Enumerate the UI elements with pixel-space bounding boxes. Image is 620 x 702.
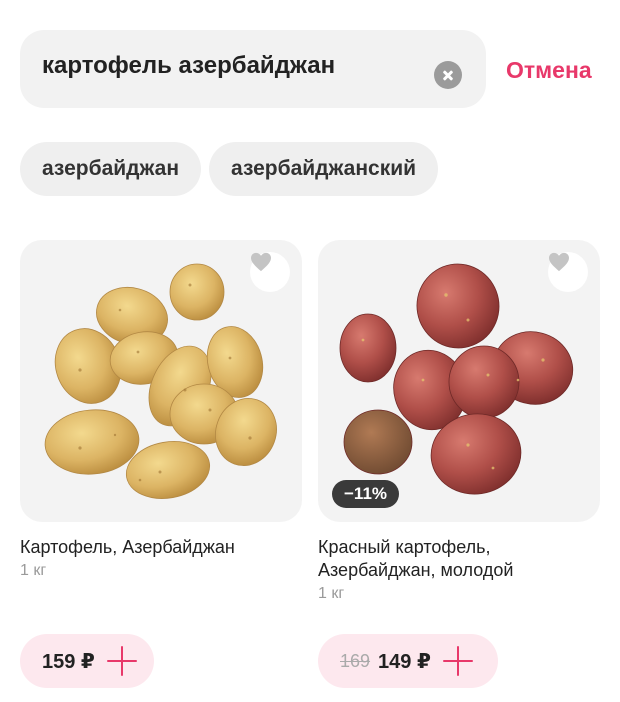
suggestion-chips: азербайджан азербайджанский [20,142,439,196]
discount-badge: −11% [332,480,400,508]
favorite-button[interactable] [548,252,588,292]
product-title[interactable]: Красный картофель, Азербайджан, молодой [318,536,600,582]
favorite-button[interactable] [250,252,290,292]
heart-icon [549,252,569,272]
clear-icon[interactable] [434,61,462,89]
product-photo-red-potatoes[interactable]: −11% [318,240,600,522]
cancel-button[interactable]: Отмена [506,57,592,84]
product-title[interactable]: Картофель, Азербайджан [20,536,302,559]
search-bar: картофель азербайджан Отмена [20,30,600,108]
product-card[interactable]: −11% Красный картофель, Азербайджан, мол… [318,240,600,603]
price: 159 ₽ [42,650,95,673]
plus-icon [106,646,137,676]
search-input[interactable]: картофель азербайджан [42,52,335,80]
product-weight: 1 кг [20,562,47,579]
product-photo-yellow-potatoes[interactable] [20,240,302,522]
product-weight: 1 кг [318,585,345,602]
add-to-cart-button[interactable]: 169 149 ₽ [318,634,498,688]
product-card[interactable]: Картофель, Азербайджан 1 кг [20,240,302,580]
plus-icon [442,646,473,676]
add-to-cart-button[interactable]: 159 ₽ [20,634,154,688]
old-price: 169 [340,650,371,671]
price: 149 ₽ [378,650,431,673]
suggestion-chip[interactable]: азербайджанский [209,142,439,196]
heart-icon [251,252,271,272]
suggestion-chip[interactable]: азербайджан [20,142,202,196]
search-field[interactable]: картофель азербайджан [20,30,486,108]
